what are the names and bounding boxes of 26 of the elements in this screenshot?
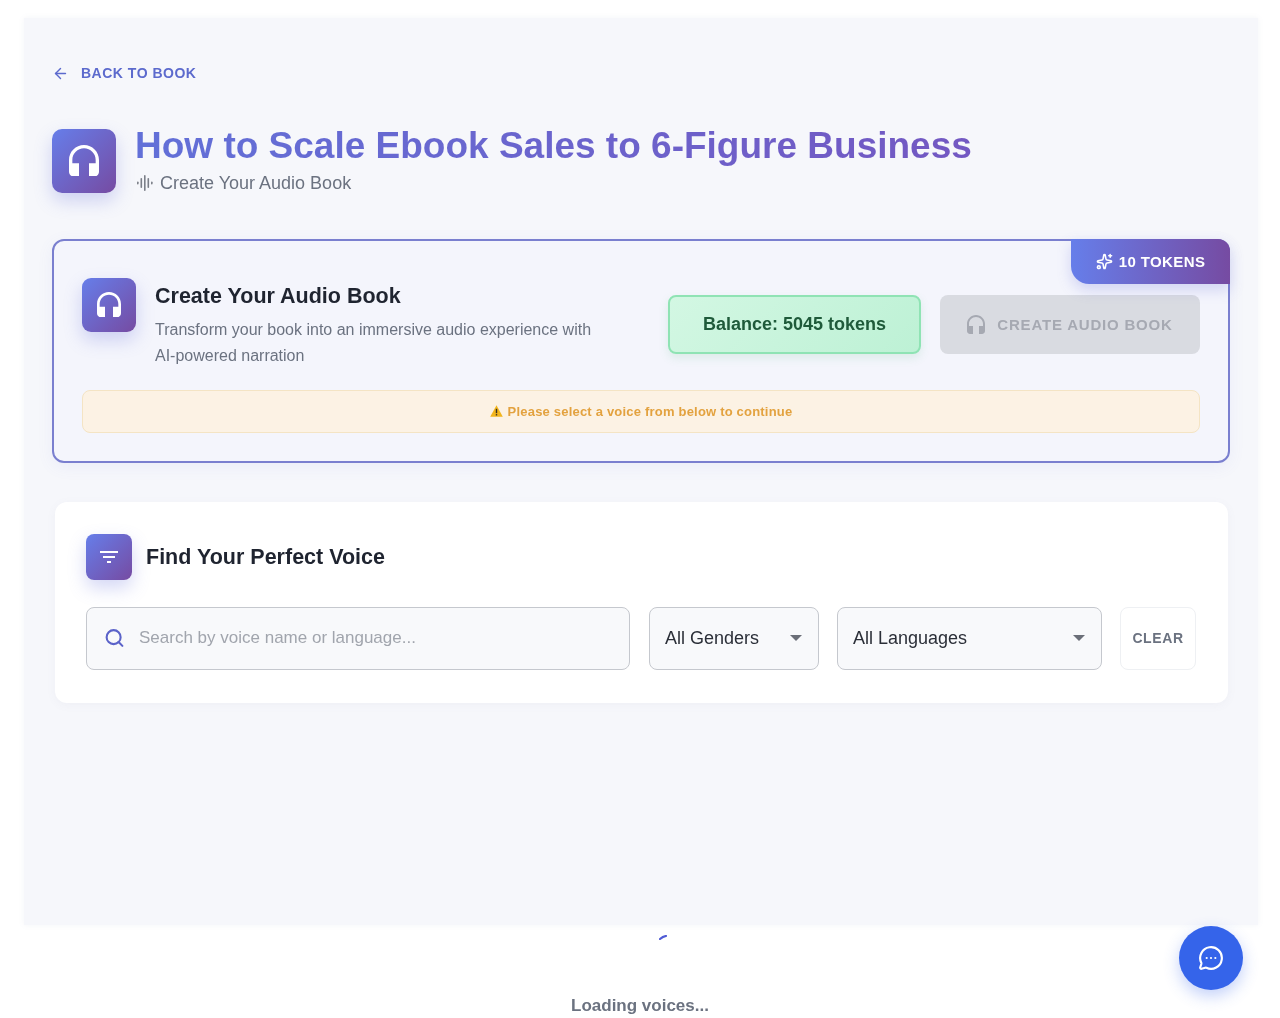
- search-icon: [104, 627, 125, 649]
- warning-icon: [489, 405, 503, 417]
- filter-icon: [86, 533, 132, 580]
- clear-button[interactable]: CLEAR: [1120, 606, 1196, 670]
- headphones-icon: [52, 128, 116, 193]
- section-title: Find Your Perfect Voice: [146, 543, 385, 570]
- back-link[interactable]: BACK TO BOOK: [52, 64, 197, 82]
- sparkles-icon: [1095, 252, 1113, 270]
- page-subtitle: Create Your Audio Book: [160, 171, 352, 194]
- warning-text: Please select a voice from below to continue: [507, 403, 793, 419]
- caret-icon: [790, 635, 802, 641]
- token-cost-badge: 10 TOKENS: [1071, 238, 1230, 284]
- spinner-icon: [659, 935, 667, 940]
- dropdown-select[interactable]: All Languages: [837, 606, 1102, 670]
- headphones-icon: [82, 277, 136, 332]
- balance-badge: Balance: 5045 tokens: [668, 295, 921, 354]
- chat-icon: [1198, 945, 1224, 971]
- loading-message: Loading voices...: [571, 995, 709, 1017]
- waveform-icon: [137, 174, 153, 191]
- card-title: Create Your Audio Book: [155, 282, 402, 309]
- headphones-icon: [967, 315, 986, 334]
- card-description: Transform your book into an immersive audio experience with AI-powered narration: [155, 319, 593, 366]
- search-field[interactable]: Search by voice name or language...: [86, 606, 630, 670]
- dropdown-select[interactable]: All Genders: [649, 606, 819, 670]
- chat-button[interactable]: [1179, 926, 1243, 990]
- caret-icon: [1073, 635, 1085, 641]
